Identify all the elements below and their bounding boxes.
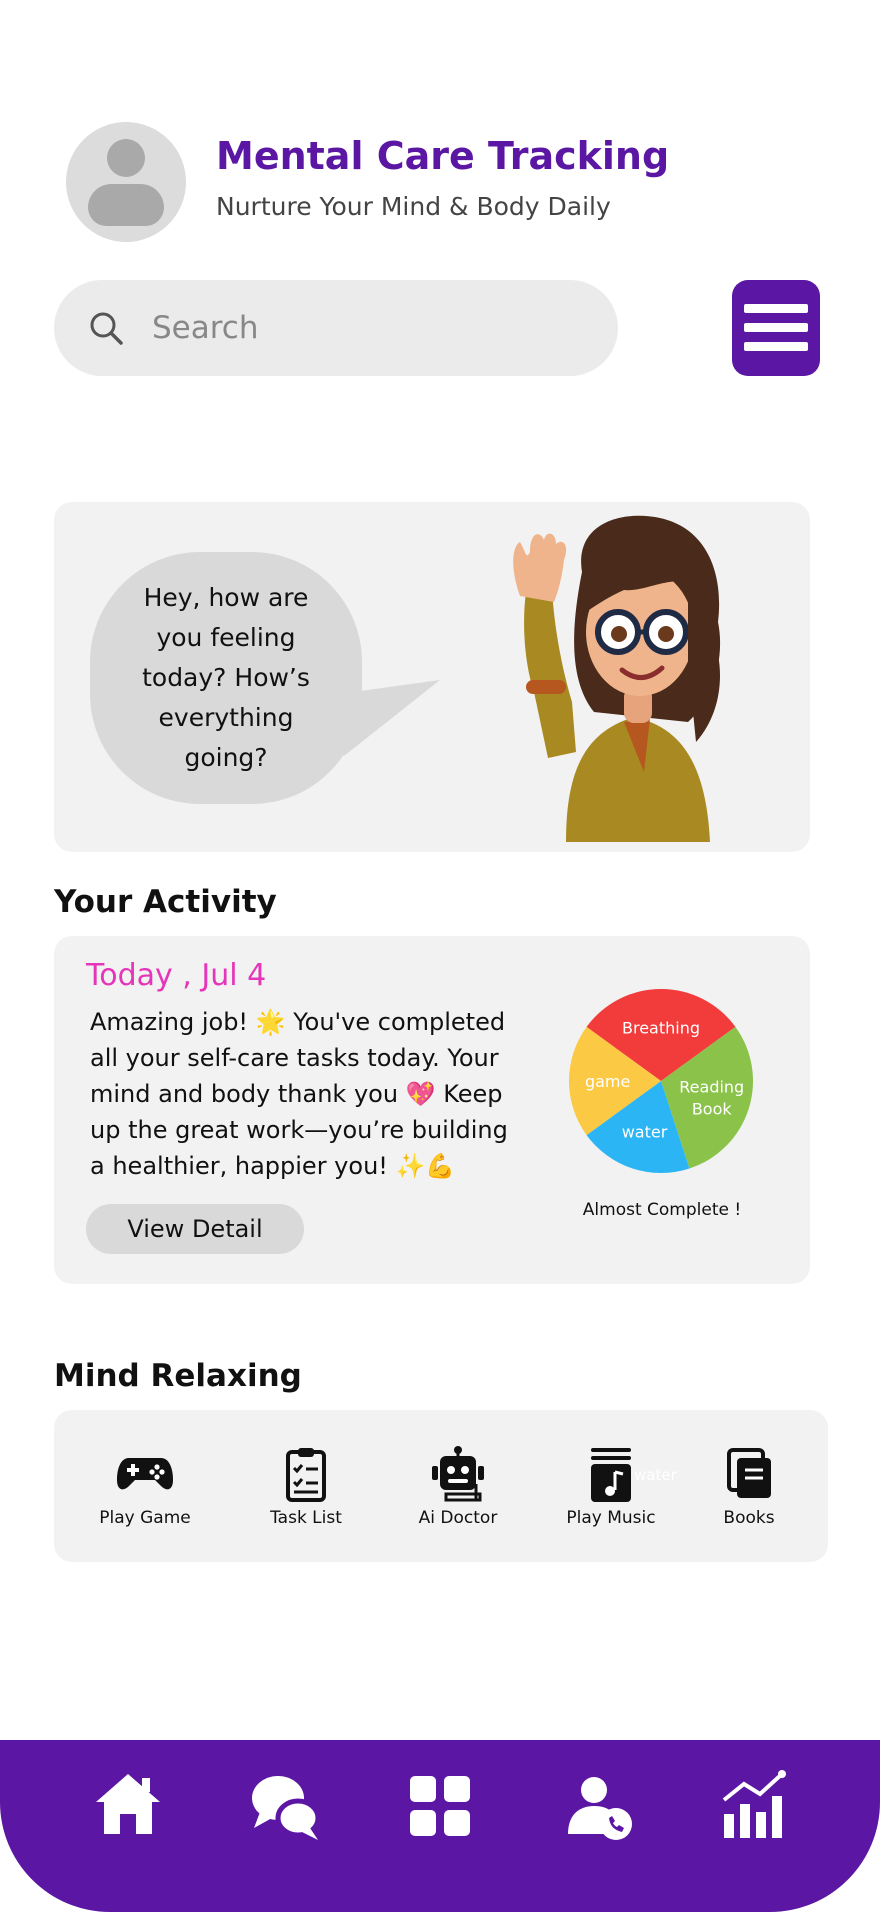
page-title: Mental Care Tracking xyxy=(216,134,670,178)
activity-message: Amazing job! 🌟 You've completed all your… xyxy=(90,1008,508,1180)
play-music-button[interactable]: Play Music xyxy=(541,1446,681,1536)
pie-label-breathing: Breathing xyxy=(622,1019,700,1038)
ai-doctor-button[interactable]: Ai Doctor xyxy=(388,1446,528,1536)
activity-section-title: Your Activity xyxy=(54,884,277,920)
nav-home[interactable] xyxy=(88,1766,168,1846)
view-detail-button[interactable]: View Detail xyxy=(86,1204,304,1254)
robot-icon xyxy=(432,1446,484,1502)
activity-pie-chart: BreathingReading Bookwatergame xyxy=(569,989,753,1173)
nav-statistics[interactable] xyxy=(714,1766,794,1846)
bottom-navigation xyxy=(0,1740,880,1912)
ghost-label: water xyxy=(634,1466,677,1484)
assistant-character-illustration xyxy=(513,515,721,842)
activity-card: Today , Jul 4 Amazing job! 🌟 You've comp… xyxy=(54,936,810,1284)
speech-bubble: Hey, how are you feeling today? How’s ev… xyxy=(90,552,362,804)
activity-date: Today , Jul 4 xyxy=(86,958,267,993)
relaxing-section-title: Mind Relaxing xyxy=(54,1358,302,1394)
chat-icon xyxy=(252,1776,321,1840)
search-input[interactable] xyxy=(152,304,572,352)
books-button[interactable]: Books xyxy=(679,1446,819,1536)
home-icon xyxy=(96,1774,160,1834)
search-bar[interactable] xyxy=(54,280,618,376)
task-list-button[interactable]: Task List xyxy=(236,1446,376,1536)
avatar-body xyxy=(88,184,164,226)
grid-icon xyxy=(410,1776,470,1836)
play-music-label: Play Music xyxy=(566,1508,656,1528)
menu-button[interactable] xyxy=(732,280,820,376)
relaxing-card: Play Game Task List Ai Doctor Play Music… xyxy=(54,1410,828,1562)
play-game-button[interactable]: Play Game xyxy=(75,1446,215,1536)
page-subtitle: Nurture Your Mind & Body Daily xyxy=(216,192,611,221)
task-list-label: Task List xyxy=(270,1508,342,1528)
pie-label-water: water xyxy=(622,1123,668,1142)
stats-icon xyxy=(722,1770,786,1838)
books-icon xyxy=(727,1448,771,1498)
pie-label-game: game xyxy=(585,1072,630,1091)
speech-bubble-tail xyxy=(324,680,440,756)
ai-doctor-label: Ai Doctor xyxy=(418,1508,498,1528)
play-game-label: Play Game xyxy=(99,1508,191,1528)
nav-contact-doctor[interactable] xyxy=(560,1766,640,1846)
pie-caption: Almost Complete ! xyxy=(582,1200,742,1220)
nav-dashboard[interactable] xyxy=(400,1766,480,1846)
app-header: Mental Care Tracking Nurture Your Mind &… xyxy=(66,122,826,242)
nav-chat[interactable] xyxy=(246,1766,326,1846)
avatar-head xyxy=(107,139,145,177)
greeting-card: Hey, how are you feeling today? How’s ev… xyxy=(54,502,810,852)
music-icon xyxy=(591,1448,631,1502)
search-icon xyxy=(90,312,123,345)
avatar[interactable] xyxy=(66,122,186,242)
user-call-icon xyxy=(568,1777,632,1840)
clipboard-icon xyxy=(286,1448,326,1502)
menu-icon-bar xyxy=(744,342,808,351)
menu-icon-bar xyxy=(744,323,808,332)
menu-icon-bar xyxy=(744,304,808,313)
books-label: Books xyxy=(723,1508,775,1528)
gamepad-icon xyxy=(117,1458,173,1490)
